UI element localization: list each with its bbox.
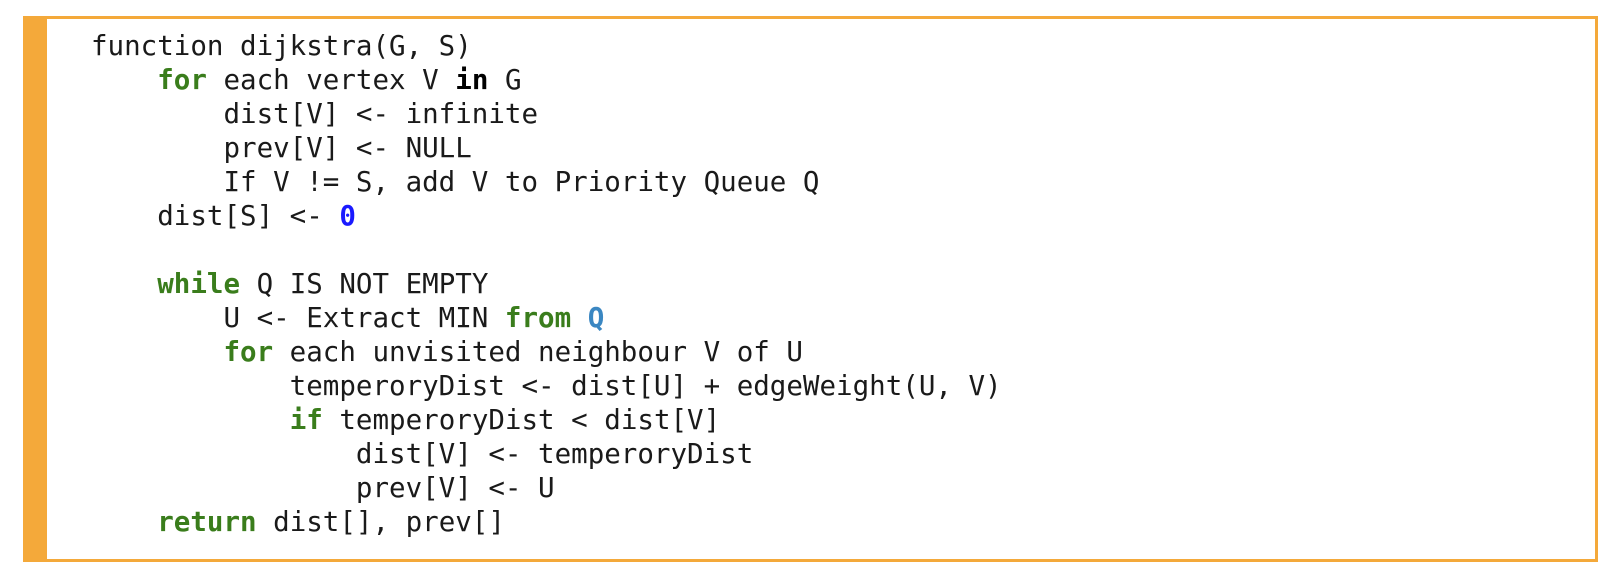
identifier-token: Q xyxy=(587,302,605,334)
keyword-token: while xyxy=(157,268,241,300)
keyword-token: in xyxy=(455,64,489,96)
number-token: 0 xyxy=(339,200,356,232)
code-line: dist[V] <- infinite xyxy=(91,97,1002,131)
code-text: temperoryDist < dist[V] xyxy=(322,404,721,436)
code-text: prev[V] <- U xyxy=(91,472,555,504)
code-text: dist[V] <- temperoryDist xyxy=(91,438,754,470)
code-text: G xyxy=(488,64,522,96)
code-line: function dijkstra(G, S) xyxy=(91,29,1002,63)
code-line: for each unvisited neighbour V of U xyxy=(91,335,1002,369)
code-line: prev[V] <- NULL xyxy=(91,131,1002,165)
keyword-token: if xyxy=(289,404,323,436)
keyword-token: from xyxy=(504,302,572,334)
code-text: dist[S] <- xyxy=(91,200,340,232)
keyword-token: for xyxy=(157,64,207,96)
code-text: prev[V] <- NULL xyxy=(91,132,472,164)
code-text: U <- Extract MIN xyxy=(91,302,505,334)
code-text: temperoryDist <- dist[U] + edgeWeight(U,… xyxy=(91,370,1002,402)
code-text: If V != S, add V to Priority Queue Q xyxy=(91,166,820,198)
code-line: dist[S] <- 0 xyxy=(91,199,1002,233)
code-text: dist[], prev[] xyxy=(256,506,505,538)
keyword-token: for xyxy=(223,336,274,368)
code-block: function dijkstra(G, S) for each vertex … xyxy=(23,16,1598,562)
code-text: each vertex V xyxy=(206,64,456,96)
code-line: If V != S, add V to Priority Queue Q xyxy=(91,165,1002,199)
code-line: dist[V] <- temperoryDist xyxy=(91,437,1002,471)
code-listing: function dijkstra(G, S) for each vertex … xyxy=(91,29,1002,539)
code-line: prev[V] <- U xyxy=(91,471,1002,505)
code-text: dist[V] <- infinite xyxy=(91,98,539,130)
code-text: function dijkstra(G, S) xyxy=(91,30,472,62)
code-line: U <- Extract MIN from Q xyxy=(91,301,1002,335)
code-line: while Q IS NOT EMPTY xyxy=(91,267,1002,301)
keyword-token: return xyxy=(157,506,257,538)
code-text: Q IS NOT EMPTY xyxy=(240,268,489,300)
code-line: return dist[], prev[] xyxy=(91,505,1002,539)
code-line: if temperoryDist < dist[V] xyxy=(91,403,1002,437)
code-text: each unvisited neighbour V of U xyxy=(273,336,803,368)
code-line: for each vertex V in G xyxy=(91,63,1002,97)
code-line: temperoryDist <- dist[U] + edgeWeight(U,… xyxy=(91,369,1002,403)
